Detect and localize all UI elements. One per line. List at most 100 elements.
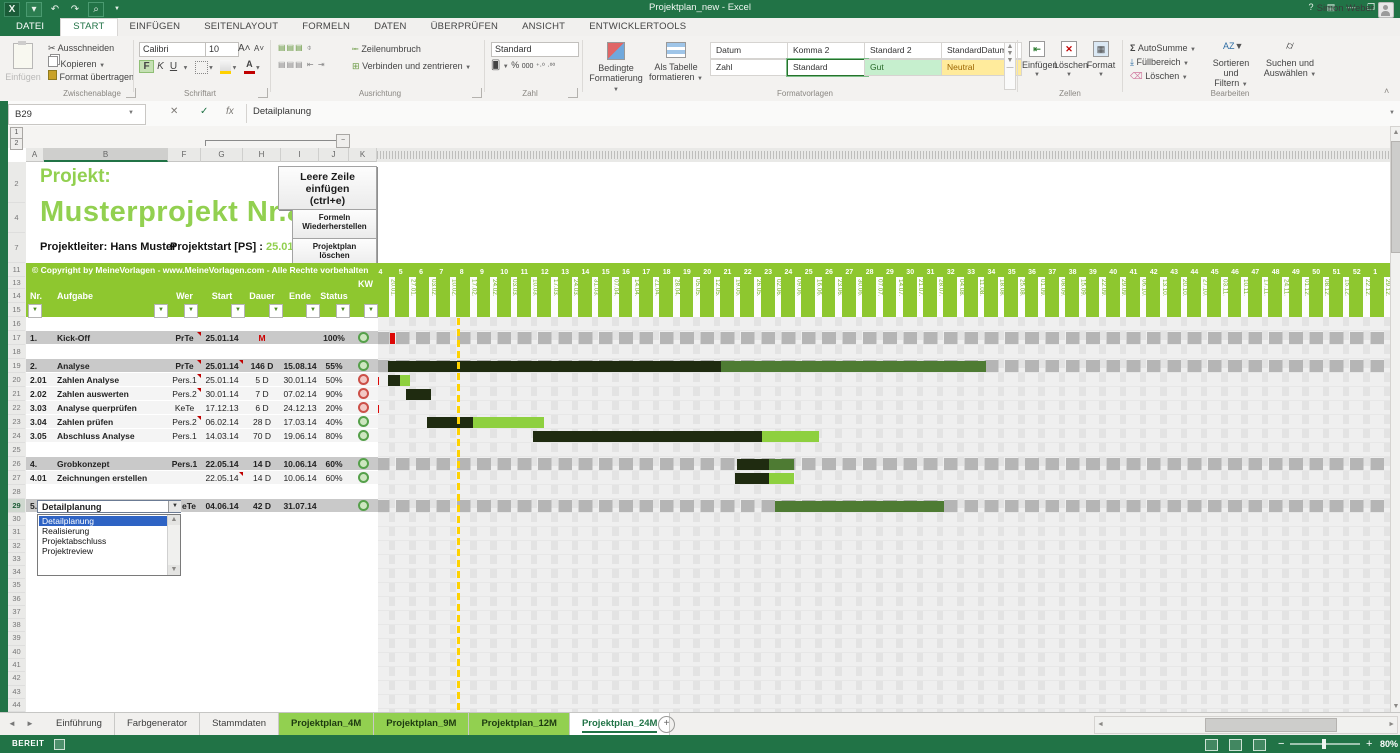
wrap-text-button[interactable]: ⭰ Zeilenumbruch [352, 43, 421, 56]
row-header-37[interactable]: 37 [8, 606, 25, 619]
filter-button-start[interactable]: ▼ [231, 304, 245, 318]
gallery-more-icon[interactable]: ▼― [1005, 57, 1015, 71]
sheet-tab-projektplan_4m[interactable]: Projektplan_4M [279, 713, 374, 735]
dropdown-scroll-up-icon[interactable]: ▲ [168, 515, 180, 525]
view-page-layout-icon[interactable] [1229, 739, 1242, 751]
row-header-29[interactable]: 29 [8, 499, 25, 513]
filter-button-wer[interactable]: ▼ [184, 304, 198, 318]
gantt-bar-dark[interactable] [737, 459, 769, 470]
gantt-bar-bright[interactable] [769, 473, 793, 484]
autosum-button[interactable]: Σ AutoSumme ▼ [1130, 42, 1196, 55]
gantt-bar-mid[interactable] [769, 459, 793, 470]
fill-button[interactable]: ⤓ Füllbereich ▼ [1130, 56, 1189, 69]
cancel-icon[interactable]: ✕ [170, 106, 178, 117]
menu-tab-seitenlayout[interactable]: SEITENLAYOUT [192, 18, 290, 36]
column-header-J[interactable]: J [319, 148, 349, 162]
row-header-28[interactable]: 28 [8, 485, 25, 499]
vertical-scrollbar[interactable]: ▲ ▼ [1390, 126, 1400, 714]
increase-decimal-icon[interactable]: ⁺·⁰ [536, 63, 545, 70]
dropdown-scrollbar[interactable]: ▲ ▼ [167, 515, 180, 575]
gantt-bar-bright[interactable] [473, 417, 544, 428]
accounting-format-icon[interactable]: 🂠 [491, 60, 500, 70]
table-row[interactable]: 2.AnalysePrTe25.01.14146 D15.08.1455% [26, 359, 378, 372]
filter-button-task[interactable]: ▼ [154, 304, 168, 318]
row-header-38[interactable]: 38 [8, 619, 25, 632]
column-header-A[interactable]: A [26, 148, 44, 162]
filter-button-ende[interactable]: ▼ [306, 304, 320, 318]
style-gut[interactable]: Gut [864, 59, 945, 76]
zoom-slider-thumb[interactable] [1322, 739, 1326, 749]
row-header-15[interactable]: 15 [8, 303, 25, 317]
table-row[interactable]: 1.Kick-OffPrTe25.01.14M100% [26, 331, 378, 344]
format-as-table-button[interactable]: Als Tabelleformatieren ▼ [648, 40, 704, 94]
row-header-33[interactable]: 33 [8, 553, 25, 566]
sheet-nav-right-icon[interactable]: ► [26, 713, 34, 735]
underline-button[interactable]: U [167, 61, 180, 72]
sheet-tab-einführung[interactable]: Einführung [44, 713, 115, 735]
row-header-36[interactable]: 36 [8, 593, 25, 606]
thousands-icon[interactable]: 000 [522, 63, 534, 70]
horizontal-scrollbar[interactable]: ◄ ► [1094, 716, 1398, 734]
clipboard-dialog-launcher[interactable] [126, 88, 136, 98]
gantt-bar-dark[interactable] [427, 417, 473, 428]
row-header-11[interactable]: 11 [8, 263, 25, 277]
formula-input[interactable]: Detailplanung [253, 106, 311, 117]
row-header-4[interactable]: 4 [8, 203, 25, 233]
font-family-combo[interactable]: Calibri [139, 42, 209, 57]
menu-tab-formeln[interactable]: FORMELN [290, 18, 362, 36]
restore-formulas-button[interactable]: FormelnWiederherstellen [292, 209, 377, 239]
scroll-up-icon[interactable]: ▲ [1391, 127, 1400, 139]
alignment-dialog-launcher[interactable] [472, 88, 482, 98]
shrink-font-icon[interactable]: A˅ [254, 44, 264, 53]
row-header-44[interactable]: 44 [8, 699, 25, 712]
zoom-in-icon[interactable]: + [1366, 738, 1372, 750]
row-header-32[interactable]: 32 [8, 540, 25, 553]
table-row[interactable]: 3.05Abschluss AnalysePers.114.03.1470 D1… [26, 429, 378, 442]
font-size-combo[interactable]: 10 [205, 42, 239, 57]
menu-tab-überprüfen[interactable]: ÜBERPRÜFEN [419, 18, 510, 36]
sheet-tab-stammdaten[interactable]: Stammdaten [200, 713, 279, 735]
gantt-bar-dark[interactable] [406, 389, 431, 400]
row-header-42[interactable]: 42 [8, 672, 25, 685]
percent-icon[interactable]: % [511, 60, 519, 70]
grow-font-icon[interactable]: A˄ [238, 43, 251, 54]
menu-tab-einfügen[interactable]: EINFÜGEN [118, 18, 193, 36]
table-row[interactable]: 4.01Zeichnungen erstellen22.05.1414 D10.… [26, 471, 378, 484]
insert-function-icon[interactable]: fx [226, 106, 234, 117]
zoom-slider[interactable] [1290, 743, 1360, 745]
cut-button[interactable]: ✂ Ausschneiden [48, 42, 114, 55]
column-header-H[interactable]: H [243, 148, 281, 162]
table-row[interactable]: 4.GrobkonzeptPers.122.05.1414 D10.06.146… [26, 457, 378, 470]
sheet-tab-projektplan_24m[interactable]: Projektplan_24M [570, 713, 671, 735]
gantt-bar-dark[interactable] [388, 361, 721, 372]
horizontal-scroll-thumb[interactable] [1205, 718, 1337, 732]
view-page-break-icon[interactable] [1253, 739, 1266, 751]
merge-center-button[interactable]: ⊞ Verbinden und zentrieren ▼ [352, 60, 471, 73]
dropdown-option[interactable]: Projektreview [39, 546, 167, 556]
collapse-ribbon-icon[interactable]: ˄ [1384, 86, 1389, 96]
gantt-bar-red[interactable] [390, 333, 395, 344]
gantt-bar-bright[interactable] [400, 375, 410, 386]
style-komma-2[interactable]: Komma 2 [787, 42, 868, 59]
format-cells-button[interactable]: ▦ Format▼ [1086, 41, 1116, 80]
filter-button-status[interactable]: ▼ [336, 304, 350, 318]
compressed-columns-header[interactable] [377, 148, 1390, 163]
sort-filter-button[interactable]: AZ▼ Sortieren undFiltern ▼ [1204, 41, 1258, 90]
user-name[interactable]: Simon Weber [1317, 0, 1374, 18]
font-dialog-launcher[interactable] [258, 88, 268, 98]
enter-icon[interactable]: ✓ [200, 106, 208, 117]
row-header-23[interactable]: 23 [8, 415, 25, 429]
gantt-bar-mid[interactable] [721, 361, 987, 372]
view-normal-icon[interactable] [1205, 739, 1218, 751]
row-header-21[interactable]: 21 [8, 387, 25, 401]
table-row[interactable]: 2.01Zahlen AnalysePers.125.01.145 D30.01… [26, 373, 378, 386]
row-header-20[interactable]: 20 [8, 373, 25, 387]
style-standard[interactable]: Standard [787, 59, 868, 76]
dropdown-option[interactable]: Detailplanung [39, 516, 167, 526]
format-painter-button[interactable]: Format übertragen [48, 70, 134, 83]
formula-bar-expand-icon[interactable]: ▼ [1389, 110, 1395, 116]
row-header-27[interactable]: 27 [8, 471, 25, 485]
row-header-31[interactable]: 31 [8, 526, 25, 539]
column-header-G[interactable]: G [201, 148, 243, 162]
dropdown-option[interactable]: Projektabschluss [39, 536, 167, 546]
